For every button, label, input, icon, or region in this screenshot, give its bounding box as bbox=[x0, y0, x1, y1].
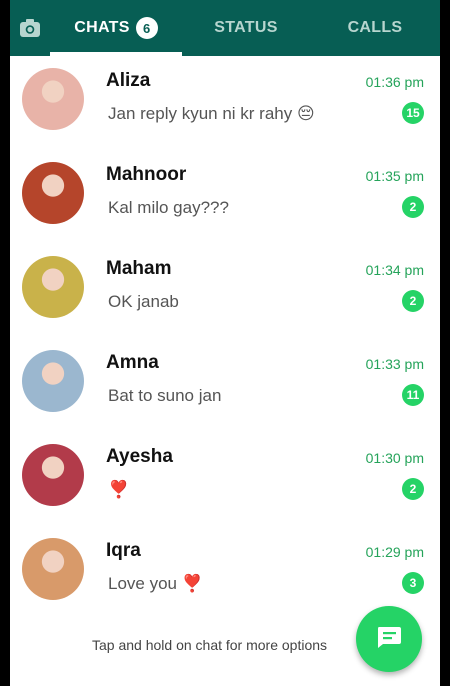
chat-last-message: OK janab bbox=[108, 292, 179, 311]
chat-time: 01:34 pm bbox=[365, 262, 424, 278]
chat-name: Mahnoor bbox=[106, 164, 187, 185]
tab-chats-label: CHATS bbox=[74, 19, 130, 36]
tab-status[interactable]: STATUS bbox=[182, 0, 310, 56]
chat-row-amna[interactable]: Amna Bat to suno jan 01:33 pm 11 bbox=[10, 338, 440, 432]
chat-time: 01:30 pm bbox=[365, 450, 424, 466]
message-icon bbox=[376, 625, 402, 654]
unread-count-badge: 11 bbox=[402, 384, 424, 406]
chat-name: Iqra bbox=[106, 540, 141, 561]
chats-unread-badge: 6 bbox=[135, 17, 158, 39]
chats-screen: CHATS 6 STATUS CALLS Aliza Jan reply kyu… bbox=[10, 0, 440, 686]
chat-row-ayesha[interactable]: Ayesha ❣️ 01:30 pm 2 bbox=[10, 432, 440, 526]
chat-name: Amna bbox=[106, 352, 159, 373]
chat-last-message: ❣️ bbox=[108, 480, 130, 499]
chat-name: Aliza bbox=[106, 70, 151, 91]
unread-count-badge: 15 bbox=[402, 102, 424, 124]
chat-last-message: Kal milo gay??? bbox=[108, 198, 229, 217]
chat-last-message: Bat to suno jan bbox=[108, 386, 222, 405]
tab-calls[interactable]: CALLS bbox=[310, 0, 440, 56]
avatar[interactable] bbox=[22, 444, 84, 506]
chat-options-hint: Tap and hold on chat for more options bbox=[92, 637, 328, 653]
chat-row-aliza[interactable]: Aliza Jan reply kyun ni kr rahy 😔 01:36 … bbox=[10, 56, 440, 150]
top-tab-bar: CHATS 6 STATUS CALLS bbox=[10, 0, 440, 56]
chat-time: 01:33 pm bbox=[365, 356, 424, 372]
unread-count-badge: 2 bbox=[402, 478, 424, 500]
camera-icon[interactable] bbox=[10, 0, 50, 56]
chat-time: 01:35 pm bbox=[365, 168, 424, 184]
avatar[interactable] bbox=[22, 350, 84, 412]
unread-count-badge: 2 bbox=[402, 196, 424, 218]
tab-calls-label: CALLS bbox=[347, 19, 403, 36]
chat-name: Maham bbox=[106, 258, 172, 279]
new-chat-button[interactable] bbox=[356, 606, 422, 672]
chat-last-message: Jan reply kyun ni kr rahy 😔 bbox=[108, 104, 315, 123]
chat-row-iqra[interactable]: Iqra Love you ❣️ 01:29 pm 3 bbox=[10, 526, 440, 620]
chat-row-maham[interactable]: Maham OK janab 01:34 pm 2 bbox=[10, 244, 440, 338]
chat-time: 01:29 pm bbox=[365, 544, 424, 560]
tab-chats[interactable]: CHATS 6 bbox=[50, 0, 182, 56]
chat-last-message: Love you ❣️ bbox=[108, 574, 203, 593]
unread-count-badge: 2 bbox=[402, 290, 424, 312]
avatar[interactable] bbox=[22, 256, 84, 318]
tab-status-label: STATUS bbox=[214, 19, 278, 36]
avatar[interactable] bbox=[22, 538, 84, 600]
chat-time: 01:36 pm bbox=[365, 74, 424, 90]
avatar[interactable] bbox=[22, 162, 84, 224]
chat-row-mahnoor[interactable]: Mahnoor Kal milo gay??? 01:35 pm 2 bbox=[10, 150, 440, 244]
chat-name: Ayesha bbox=[106, 446, 173, 467]
avatar[interactable] bbox=[22, 68, 84, 130]
unread-count-badge: 3 bbox=[402, 572, 424, 594]
